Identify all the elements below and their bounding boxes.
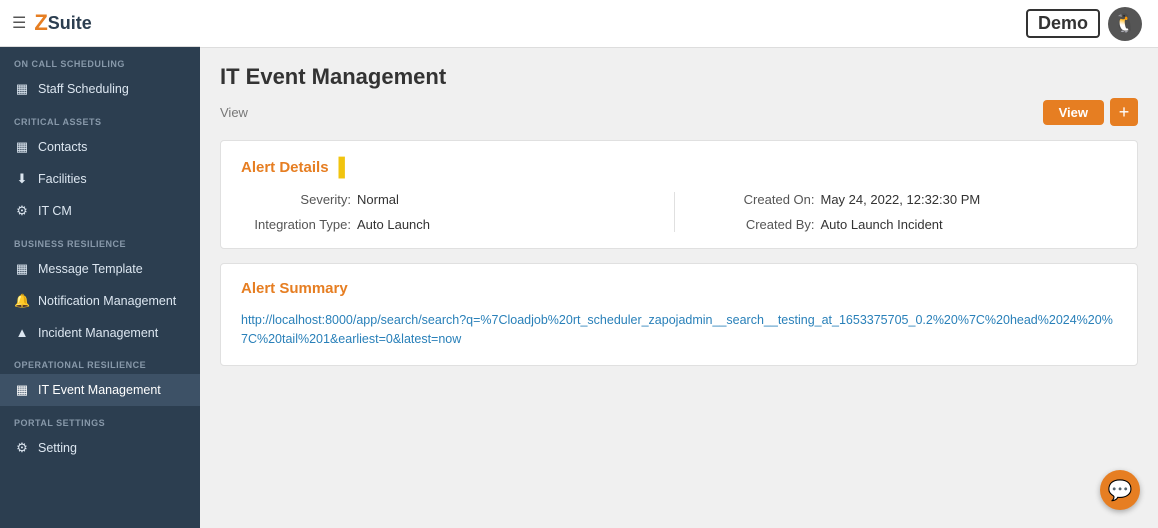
integration-type-value: Auto Launch bbox=[357, 217, 430, 232]
sidebar-item-staff-scheduling[interactable]: ▦ Staff Scheduling bbox=[0, 73, 200, 105]
sidebar: ☰ Z Suite ON CALL SCHEDULING ▦ Staff Sch… bbox=[0, 0, 200, 528]
sidebar-item-notification-management[interactable]: 🔔 Notification Management bbox=[0, 285, 200, 317]
sidebar-item-itcm[interactable]: ⚙ IT CM bbox=[0, 195, 200, 227]
topbar-right: Demo 🐧 bbox=[1026, 7, 1142, 41]
sidebar-header: ☰ Z Suite bbox=[0, 0, 200, 47]
page-title: IT Event Management bbox=[220, 64, 1138, 90]
add-button[interactable]: + bbox=[1110, 98, 1138, 126]
alert-details-title: Alert Details ▌ bbox=[241, 157, 1117, 178]
alert-summary-card: Alert Summary http://localhost:8000/app/… bbox=[220, 263, 1138, 366]
alert-details-right: Created On: May 24, 2022, 12:32:30 PM Cr… bbox=[675, 192, 1118, 232]
alert-details-card: Alert Details ▌ Severity: Normal Integra… bbox=[220, 140, 1138, 249]
integration-row: Integration Type: Auto Launch bbox=[241, 217, 654, 232]
breadcrumb-actions: View + bbox=[1043, 98, 1138, 126]
incident-icon: ▲ bbox=[14, 325, 30, 340]
section-operational-resilience: OPERATIONAL RESILIENCE bbox=[0, 348, 200, 374]
sidebar-item-facilities[interactable]: ⬇ Facilities bbox=[0, 163, 200, 195]
section-portal-settings: PORTAL SETTINGS bbox=[0, 406, 200, 432]
alert-summary-url[interactable]: http://localhost:8000/app/search/search?… bbox=[241, 311, 1117, 349]
view-button[interactable]: View bbox=[1043, 100, 1104, 125]
sidebar-item-label: Contacts bbox=[38, 140, 87, 154]
sidebar-item-label: Staff Scheduling bbox=[38, 82, 129, 96]
logo-suite: Suite bbox=[48, 13, 92, 34]
topbar: Demo 🐧 bbox=[200, 0, 1158, 48]
sidebar-item-label: Incident Management bbox=[38, 326, 158, 340]
sidebar-item-label: Facilities bbox=[38, 172, 87, 186]
created-by-value: Auto Launch Incident bbox=[821, 217, 943, 232]
logo-z: Z bbox=[34, 10, 47, 36]
sidebar-logo: Z Suite bbox=[34, 10, 91, 36]
created-by-label: Created By: bbox=[705, 217, 815, 232]
created-by-row: Created By: Auto Launch Incident bbox=[705, 217, 1118, 232]
it-event-icon: ▦ bbox=[14, 382, 30, 398]
alert-summary-label: Alert Summary bbox=[241, 280, 348, 297]
severity-value: Normal bbox=[357, 192, 399, 207]
main-content: Demo 🐧 IT Event Management View View + A… bbox=[200, 0, 1158, 528]
created-on-label: Created On: bbox=[705, 192, 815, 207]
page-area: IT Event Management View View + Alert De… bbox=[200, 48, 1158, 528]
created-on-value: May 24, 2022, 12:32:30 PM bbox=[821, 192, 981, 207]
itcm-icon: ⚙ bbox=[14, 203, 30, 219]
alert-details-grid: Severity: Normal Integration Type: Auto … bbox=[241, 192, 1117, 232]
sidebar-item-label: Notification Management bbox=[38, 294, 176, 308]
message-template-icon: ▦ bbox=[14, 261, 30, 277]
sidebar-item-message-template[interactable]: ▦ Message Template bbox=[0, 253, 200, 285]
alert-details-left: Severity: Normal Integration Type: Auto … bbox=[241, 192, 675, 232]
chat-fab-button[interactable]: 💬 bbox=[1100, 470, 1140, 510]
breadcrumb-bar: View View + bbox=[220, 98, 1138, 126]
severity-row: Severity: Normal bbox=[241, 192, 654, 207]
sidebar-item-label: Message Template bbox=[38, 262, 143, 276]
sidebar-item-label: IT CM bbox=[38, 204, 72, 218]
facilities-icon: ⬇ bbox=[14, 171, 30, 187]
setting-icon: ⚙ bbox=[14, 440, 30, 456]
integration-type-label: Integration Type: bbox=[241, 217, 351, 232]
hamburger-icon[interactable]: ☰ bbox=[12, 13, 26, 33]
sidebar-item-label: Setting bbox=[38, 441, 77, 455]
breadcrumb-text: View bbox=[220, 105, 248, 120]
sidebar-item-it-event-management[interactable]: ▦ IT Event Management bbox=[0, 374, 200, 406]
created-on-row: Created On: May 24, 2022, 12:32:30 PM bbox=[705, 192, 1118, 207]
severity-label: Severity: bbox=[241, 192, 351, 207]
warning-icon: ▌ bbox=[339, 157, 352, 178]
section-on-call: ON CALL SCHEDULING bbox=[0, 47, 200, 73]
sidebar-item-contacts[interactable]: ▦ Contacts bbox=[0, 131, 200, 163]
section-critical-assets: CRITICAL ASSETS bbox=[0, 105, 200, 131]
notification-icon: 🔔 bbox=[14, 293, 30, 309]
contacts-icon: ▦ bbox=[14, 139, 30, 155]
section-business-resilience: BUSINESS RESILIENCE bbox=[0, 227, 200, 253]
sidebar-item-label: IT Event Management bbox=[38, 383, 161, 397]
staff-scheduling-icon: ▦ bbox=[14, 81, 30, 97]
sidebar-item-setting[interactable]: ⚙ Setting bbox=[0, 432, 200, 464]
alert-details-label: Alert Details bbox=[241, 159, 329, 176]
sidebar-item-incident-management[interactable]: ▲ Incident Management bbox=[0, 317, 200, 348]
alert-summary-title: Alert Summary bbox=[241, 280, 1117, 297]
demo-badge: Demo bbox=[1026, 9, 1100, 38]
linux-icon[interactable]: 🐧 bbox=[1108, 7, 1142, 41]
